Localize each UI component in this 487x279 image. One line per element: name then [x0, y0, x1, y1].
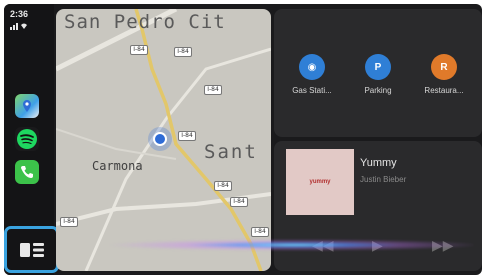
signal-icon — [10, 23, 27, 30]
siri-waveform — [74, 238, 474, 252]
suggestion-label: Restaura... — [424, 86, 464, 95]
phone-app-icon[interactable] — [15, 160, 39, 184]
carplay-screen: 2:36 San Pedro Cit Sant Carmona I-84 I-8… — [4, 4, 482, 275]
route-shield: I-84 — [130, 45, 148, 55]
spotify-icon — [17, 129, 37, 149]
suggestion-gas-station[interactable]: ◉ Gas Stati... — [282, 54, 342, 95]
current-location-marker — [148, 127, 172, 151]
route-shield: I-84 — [178, 131, 196, 141]
dashboard-icon — [19, 242, 44, 257]
maps-app-icon[interactable] — [15, 94, 39, 118]
album-art-text: yummy — [309, 179, 331, 185]
gas-station-icon: ◉ — [299, 54, 325, 80]
route-shield: I-84 — [174, 47, 192, 57]
maps-icon — [23, 100, 31, 112]
song-title: Yummy — [360, 157, 397, 169]
parking-icon: P — [365, 54, 391, 80]
phone-icon — [21, 166, 33, 178]
album-art: yummy — [286, 149, 354, 215]
suggestion-label: Gas Stati... — [292, 86, 332, 95]
nearby-suggestions-panel: ◉ Gas Stati... P Parking R Restaura... — [274, 9, 482, 137]
suggestion-restaurants[interactable]: R Restaura... — [414, 54, 474, 95]
route-shield: I-84 — [230, 197, 248, 207]
map-place-label: San Pedro Cit — [64, 11, 226, 33]
route-shield: I-84 — [214, 181, 232, 191]
restaurant-icon: R — [431, 54, 457, 80]
spotify-app-icon[interactable] — [15, 127, 39, 151]
route-shield: I-84 — [204, 85, 222, 95]
suggestion-parking[interactable]: P Parking — [348, 54, 408, 95]
suggestion-label: Parking — [364, 86, 392, 95]
dashboard-button[interactable] — [4, 226, 59, 273]
map-place-label: Sant — [204, 141, 258, 163]
artist-name: Justin Bieber — [360, 175, 407, 184]
map-view[interactable]: San Pedro Cit Sant Carmona I-84 I-84 I-8… — [56, 9, 271, 271]
route-shield: I-84 — [60, 217, 78, 227]
route-shield: I-84 — [251, 227, 269, 237]
status-time: 2:36 — [10, 9, 29, 19]
sidebar: 2:36 — [4, 4, 59, 275]
map-town-label: Carmona — [92, 159, 143, 173]
